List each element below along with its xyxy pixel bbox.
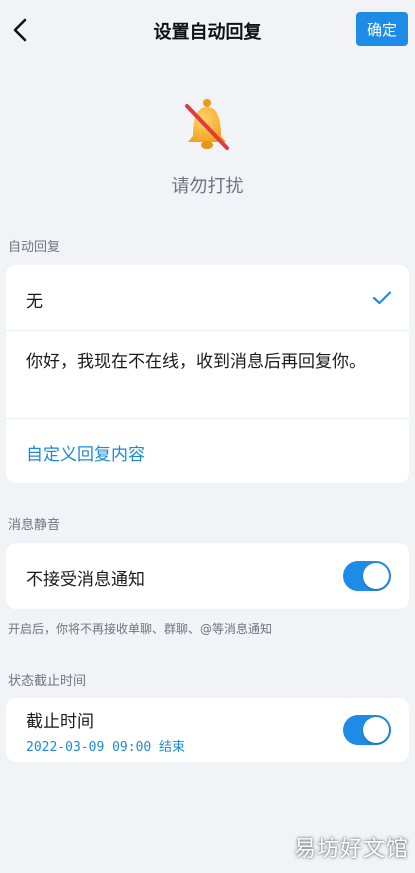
- reply-option-label: 你好，我现在不在线，收到消息后再回复你。: [26, 352, 366, 372]
- auto-reply-card: 无 你好，我现在不在线，收到消息后再回复你。 自定义回复内容: [6, 265, 409, 483]
- section-mute: 消息静音: [8, 518, 61, 533]
- deadline-value[interactable]: 2022-03-09 09:00 结束: [26, 736, 185, 755]
- deadline-card: 截止时间 2022-03-09 09:00 结束: [6, 698, 409, 762]
- mute-toggle[interactable]: [343, 561, 391, 591]
- custom-reply-link[interactable]: 自定义回复内容: [6, 419, 409, 483]
- check-icon: [373, 291, 391, 305]
- mute-label: 不接受消息通知: [26, 570, 145, 590]
- section-deadline: 状态截止时间: [8, 674, 87, 689]
- mute-row: 不接受消息通知: [6, 543, 409, 609]
- muted-bell-icon: [177, 96, 237, 156]
- deadline-toggle[interactable]: [343, 715, 391, 745]
- custom-reply-label: 自定义回复内容: [26, 445, 145, 465]
- deadline-label: 截止时间: [26, 712, 94, 732]
- section-auto-reply: 自动回复: [8, 240, 61, 255]
- deadline-row: 截止时间 2022-03-09 09:00 结束: [6, 698, 409, 762]
- status-label: 请勿打扰: [171, 176, 244, 197]
- page-title: 设置自动回复: [153, 22, 262, 43]
- reply-option-label: 无: [26, 292, 43, 312]
- confirm-button[interactable]: 确定: [356, 12, 408, 46]
- reply-option-offline[interactable]: 你好，我现在不在线，收到消息后再回复你。: [6, 331, 409, 419]
- watermark: 易坊好文馆: [293, 837, 409, 862]
- header-bar: 设置自动回复 确定: [0, 0, 415, 62]
- mute-hint: 开启后，你将不再接收单聊、群聊、@等消息通知: [8, 622, 273, 636]
- reply-option-none[interactable]: 无: [6, 265, 409, 331]
- mute-card: 不接受消息通知: [6, 543, 409, 609]
- toggle-knob: [363, 563, 389, 589]
- toggle-knob: [363, 717, 389, 743]
